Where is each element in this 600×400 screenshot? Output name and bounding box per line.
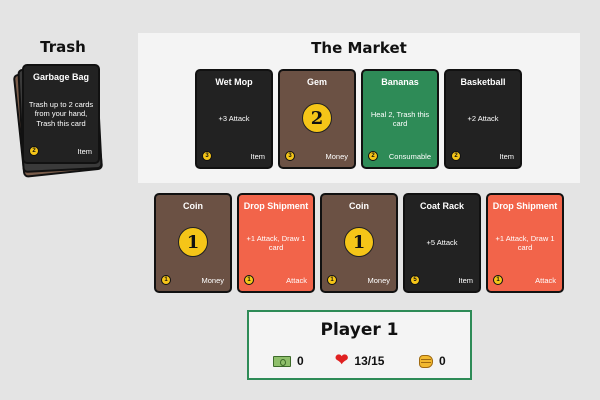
market-card-drop-shipment[interactable]: Drop Shipment +1 Attack, Draw 1 card 1 A… [237,193,315,293]
card-name: Drop Shipment [492,201,558,211]
market-card-wet-mop[interactable]: Wet Mop +3 Attack 3 Item [195,69,273,169]
player-name: Player 1 [320,320,399,340]
card-type: Item [499,152,514,161]
card-type: Money [201,276,224,285]
card-type: Item [77,147,92,156]
card-text: +1 Attack, Draw 1 card [246,233,306,252]
card-name: Bananas [381,77,419,87]
attack-value: 0 [439,354,446,368]
card-type: Money [367,276,390,285]
card-text: Trash up to 2 cards from your hand, Tras… [28,99,94,128]
money-value: 0 [297,354,304,368]
market-card-coin[interactable]: Coin 1 1 Money [154,193,232,293]
heart-icon: ❤ [335,352,349,369]
cost-coin-icon: 2 [368,151,378,161]
money-value-coin-icon: 1 [344,227,374,257]
card-name: Coin [349,201,369,211]
card-type: Attack [286,276,307,285]
cost-coin-icon: 1 [244,275,254,285]
card-text: +1 Attack, Draw 1 card [495,233,555,252]
cost-coin-icon: 2 [29,146,39,156]
trash-title: Trash [40,38,86,56]
card-type: Item [458,276,473,285]
cost-coin-icon: 1 [327,275,337,285]
cost-coin-icon: 3 [285,151,295,161]
card-name: Basketball [460,77,506,87]
trash-pile[interactable]: Garbage Bag Trash up to 2 cards from you… [12,64,104,178]
card-name: Gem [306,77,327,87]
market-panel: The Market Wet Mop +3 Attack 3 Item Gem … [138,33,580,183]
cost-coin-icon: 1 [161,275,171,285]
health-stat: ❤ 13/15 [335,352,385,369]
cost-coin-icon: 3 [202,151,212,161]
card-name: Drop Shipment [243,201,309,211]
money-value-coin-icon: 2 [302,103,332,133]
market-card-bananas[interactable]: Bananas Heal 2, Trash this card 2 Consum… [361,69,439,169]
cost-coin-icon: 1 [493,275,503,285]
card-name: Coin [183,201,203,211]
card-type: Money [325,152,348,161]
card-name: Coat Rack [419,201,464,211]
card-text: +2 Attack [467,114,499,124]
money-stat: 0 [273,354,304,368]
cost-coin-icon: 5 [410,275,420,285]
fist-icon [419,354,433,368]
market-card-coat-rack[interactable]: Coat Rack +5 Attack 5 Item [403,193,481,293]
market-title: The Market [311,39,407,57]
cost-coin-icon: 2 [451,151,461,161]
market-card-coin[interactable]: Coin 1 1 Money [320,193,398,293]
card-type: Attack [535,276,556,285]
money-value-coin-icon: 1 [178,227,208,257]
card-text: Heal 2, Trash this card [370,109,430,128]
market-card-gem[interactable]: Gem 2 3 Money [278,69,356,169]
market-card-basketball[interactable]: Basketball +2 Attack 2 Item [444,69,522,169]
card-type: Consumable [388,152,431,161]
attack-stat: 0 [419,354,446,368]
card-text: +5 Attack [426,238,458,248]
card-name: Garbage Bag [32,72,90,82]
card-type: Item [250,152,265,161]
market-card-drop-shipment[interactable]: Drop Shipment +1 Attack, Draw 1 card 1 A… [486,193,564,293]
player-panel: Player 1 0 ❤ 13/15 0 [247,310,472,380]
money-icon [273,355,291,367]
card-text: +3 Attack [218,114,250,124]
card-name: Wet Mop [215,77,253,87]
trash-top-card[interactable]: Garbage Bag Trash up to 2 cards from you… [22,64,100,164]
health-value: 13/15 [354,354,385,368]
